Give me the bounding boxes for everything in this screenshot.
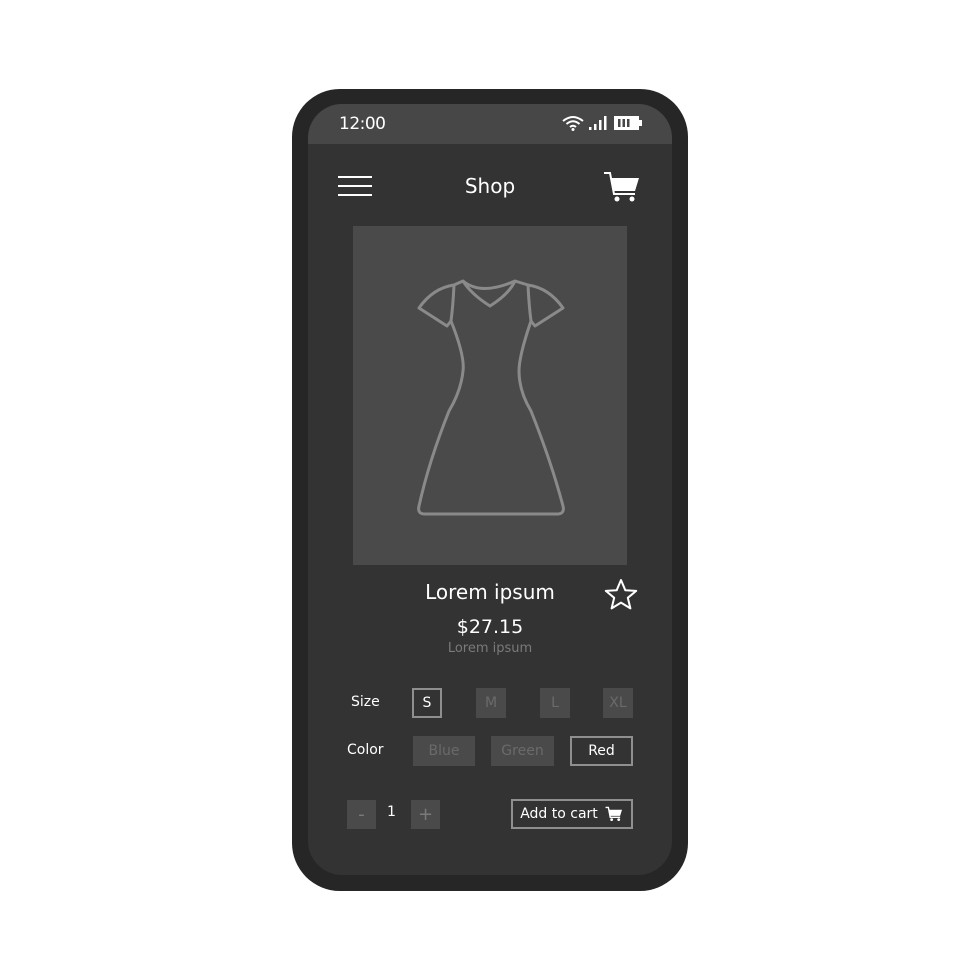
status-bar: 12:00 bbox=[308, 104, 672, 144]
color-label: Color bbox=[347, 742, 384, 758]
status-time: 12:00 bbox=[339, 114, 386, 134]
top-bar: Shop bbox=[308, 144, 672, 228]
size-option-xl[interactable]: XL bbox=[603, 688, 633, 718]
wifi-icon bbox=[562, 116, 584, 131]
add-to-cart-label: Add to cart bbox=[520, 806, 598, 822]
signal-icon bbox=[589, 116, 607, 130]
dress-icon bbox=[417, 279, 565, 516]
battery-icon bbox=[614, 116, 642, 130]
product-image[interactable] bbox=[353, 226, 627, 565]
color-option-green[interactable]: Green bbox=[491, 736, 554, 766]
quantity-decrease-button[interactable]: - bbox=[347, 800, 376, 829]
size-option-m[interactable]: M bbox=[476, 688, 506, 718]
star-outline-icon[interactable] bbox=[604, 578, 638, 612]
phone-screen: 12:00 Shop Lorem ipsum $27.15 Lorem ipsu… bbox=[308, 104, 672, 875]
size-label: Size bbox=[351, 694, 380, 710]
shopping-cart-icon[interactable] bbox=[602, 170, 642, 204]
size-option-l[interactable]: L bbox=[540, 688, 570, 718]
color-option-red[interactable]: Red bbox=[570, 736, 633, 766]
add-to-cart-button[interactable]: Add to cart bbox=[511, 799, 633, 829]
size-option-s[interactable]: S bbox=[412, 688, 442, 718]
product-price: $27.15 bbox=[456, 616, 524, 638]
quantity-value: 1 bbox=[387, 804, 396, 820]
quantity-increase-button[interactable]: + bbox=[411, 800, 440, 829]
shopping-cart-icon bbox=[605, 806, 622, 822]
product-subtitle: Lorem ipsum bbox=[447, 641, 533, 656]
color-option-blue[interactable]: Blue bbox=[413, 736, 475, 766]
